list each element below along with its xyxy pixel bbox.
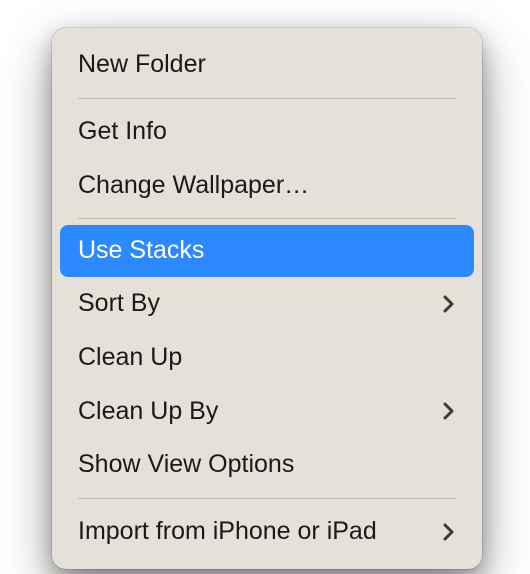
menu-item-sort-by[interactable]: Sort By	[52, 277, 482, 331]
menu-item-label: Import from iPhone or iPad	[78, 515, 440, 549]
chevron-right-icon	[440, 403, 456, 419]
menu-item-label: Change Wallpaper…	[78, 169, 456, 203]
menu-item-clean-up-by[interactable]: Clean Up By	[52, 385, 482, 439]
menu-item-use-stacks[interactable]: Use Stacks	[60, 225, 474, 277]
menu-item-show-view-options[interactable]: Show View Options	[52, 438, 482, 492]
menu-divider	[78, 218, 456, 219]
menu-item-label: Use Stacks	[78, 234, 456, 268]
menu-item-import-from-iphone-or-ipad[interactable]: Import from iPhone or iPad	[52, 505, 482, 559]
menu-item-label: Show View Options	[78, 448, 456, 482]
menu-divider	[78, 98, 456, 99]
menu-item-label: Clean Up	[78, 341, 456, 375]
menu-item-label: New Folder	[78, 48, 456, 82]
menu-item-change-wallpaper[interactable]: Change Wallpaper…	[52, 159, 482, 213]
menu-item-clean-up[interactable]: Clean Up	[52, 331, 482, 385]
menu-item-label: Clean Up By	[78, 395, 440, 429]
menu-item-label: Sort By	[78, 287, 440, 321]
chevron-right-icon	[440, 296, 456, 312]
desktop-context-menu: New Folder Get Info Change Wallpaper… Us…	[52, 28, 482, 569]
chevron-right-icon	[440, 524, 456, 540]
menu-item-label: Get Info	[78, 115, 456, 149]
menu-item-get-info[interactable]: Get Info	[52, 105, 482, 159]
menu-item-new-folder[interactable]: New Folder	[52, 38, 482, 92]
menu-divider	[78, 498, 456, 499]
